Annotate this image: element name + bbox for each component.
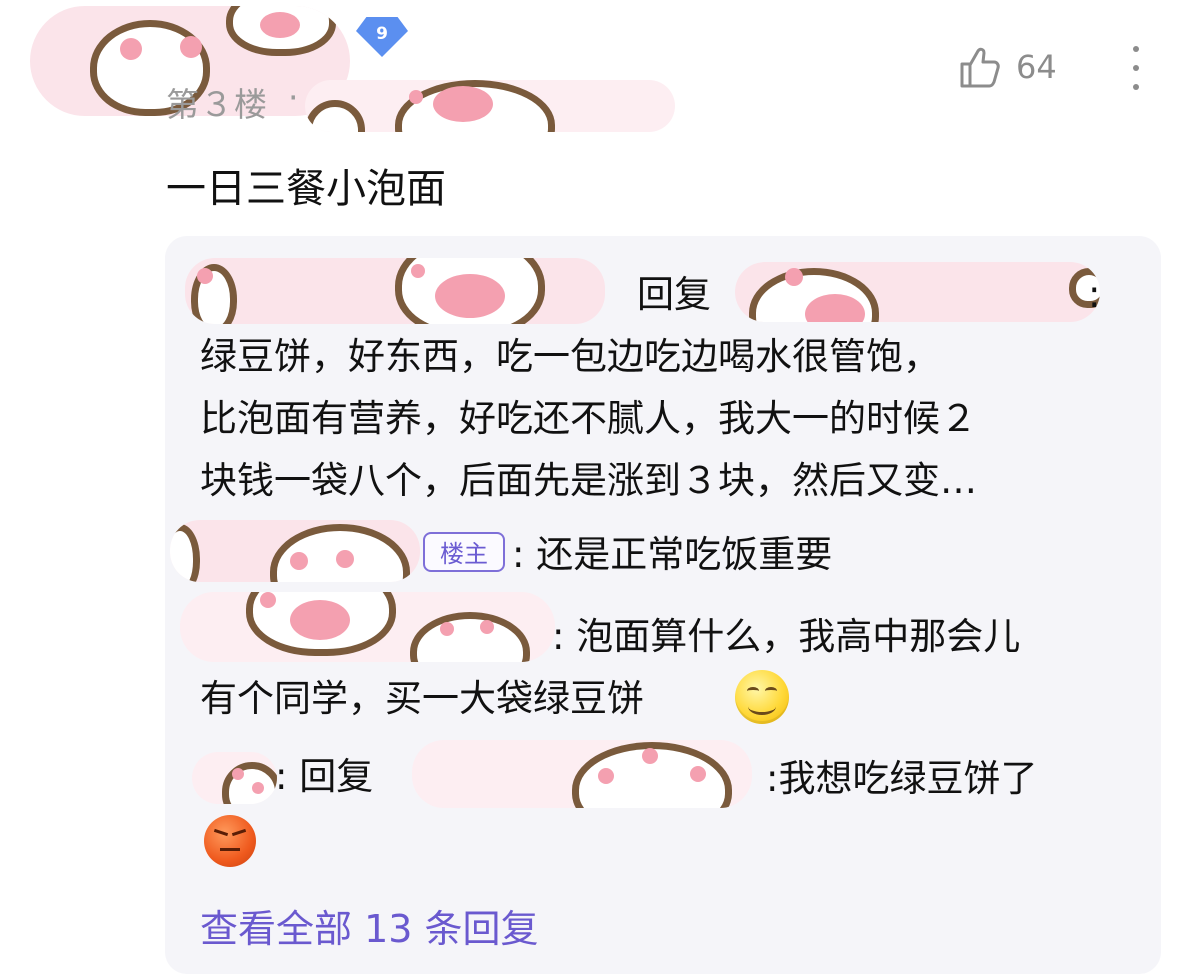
reply-text: :我想吃绿豆饼了	[766, 757, 1038, 800]
separator-dot: ·	[288, 78, 299, 117]
censored-timestamp	[305, 80, 675, 132]
reply-colon: :	[1088, 273, 1101, 316]
censored-username	[192, 752, 277, 804]
more-vertical-icon[interactable]	[1122, 44, 1150, 92]
level-badge-icon: 9	[356, 17, 408, 57]
reply-text-line: 有个同学，买一大袋绿豆饼	[200, 677, 644, 720]
like-count: 64	[1016, 48, 1057, 86]
angry-emoji-icon	[204, 815, 256, 867]
reply-text-line: 绿豆饼，好东西，吃一包边吃边喝水很管饱，	[200, 335, 940, 378]
censored-username	[735, 262, 1100, 322]
reply-text-line: 比泡面有营养，好吃还不腻人，我大一的时候２	[200, 397, 977, 440]
reply-word: : 回复	[275, 755, 374, 798]
censored-username	[180, 592, 555, 662]
grin-emoji-icon	[735, 670, 789, 724]
thumbs-up-icon	[960, 47, 1000, 88]
post-content: 一日三餐小泡面	[166, 166, 446, 212]
floor-label: 第３楼	[166, 85, 268, 124]
censored-username	[185, 258, 605, 324]
reply-word: 回复	[637, 273, 711, 316]
reply-text-line: : 泡面算什么，我高中那会儿	[552, 615, 1021, 658]
censored-username	[412, 740, 752, 808]
view-all-replies-link[interactable]: 查看全部 13 条回复	[200, 898, 539, 953]
op-badge: 楼主	[423, 532, 505, 572]
reply-text-line: 块钱一袋八个，后面先是涨到３块，然后又变…	[200, 459, 977, 502]
like-button[interactable]: 64	[956, 44, 1057, 90]
reply-text: : 还是正常吃饭重要	[512, 533, 833, 576]
censored-username	[170, 520, 420, 582]
